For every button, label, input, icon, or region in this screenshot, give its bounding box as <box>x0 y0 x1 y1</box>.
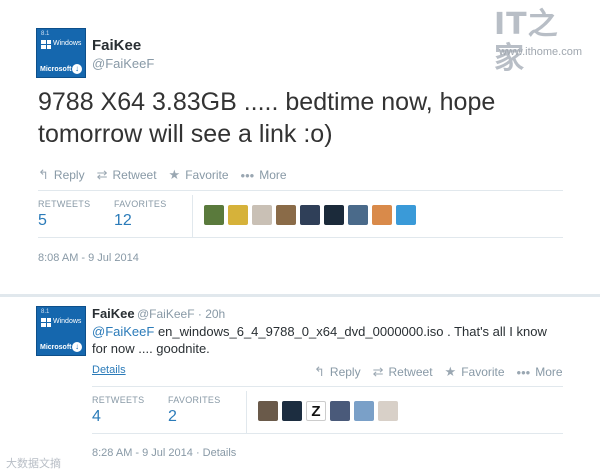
favoriter-avatar[interactable] <box>324 205 344 225</box>
author-name[interactable]: FaiKee <box>92 37 141 54</box>
tweet-text: 9788 X64 3.83GB ..... bedtime now, hope … <box>38 88 496 148</box>
favoriter-avatar[interactable] <box>228 205 248 225</box>
ithome-watermark: IT之家 www.ithome.com <box>492 8 582 76</box>
ithome-logo: IT之家 <box>494 7 559 76</box>
favorites-count: 2 <box>168 408 177 425</box>
retweet-label: Retweet <box>112 168 157 182</box>
favoriter-avatar[interactable] <box>378 401 398 421</box>
retweet-button[interactable]: ⇄ Retweet <box>97 167 157 183</box>
reply-stats-divider-bottom <box>92 433 563 434</box>
more-button[interactable]: ••• More <box>241 167 287 183</box>
reply-label: Reply <box>329 365 361 379</box>
favoriter-avatar[interactable] <box>300 205 320 225</box>
retweets-count: 4 <box>92 408 101 425</box>
avatar-version: 8.1 <box>41 309 50 315</box>
stats-divider-top <box>38 190 563 191</box>
more-button[interactable]: ••• More <box>517 364 563 380</box>
retweet-icon: ⇄ <box>96 167 108 182</box>
reply-favoriters-list: Z <box>258 401 402 421</box>
favorite-button[interactable]: ★ Favorite <box>169 167 229 183</box>
favoriter-avatar[interactable] <box>348 205 368 225</box>
favorite-label: Favorite <box>185 168 229 182</box>
favoriter-avatar[interactable] <box>204 205 224 225</box>
windows-logo-icon <box>41 40 51 49</box>
reply-icon: ↰ <box>314 364 325 379</box>
stats-separator <box>192 195 193 237</box>
avatar-windows-text: Windows <box>53 318 82 325</box>
reply-stats-separator <box>246 391 247 433</box>
reply-timestamp[interactable]: 8:28 AM - 9 Jul 2014 · Details <box>92 447 236 459</box>
retweets-label: RETWEETS <box>92 395 145 405</box>
more-label: More <box>535 365 563 379</box>
reply-mention-link[interactable]: @FaiKeeF <box>92 324 154 339</box>
reply-author-name[interactable]: FaiKee <box>92 306 135 321</box>
reply-handle-time[interactable]: @FaiKeeF · 20h <box>137 307 225 321</box>
reply-stats-divider-top <box>92 386 563 387</box>
reply-retweets-stat[interactable]: RETWEETS 4 <box>92 395 144 426</box>
avatar-microsoft-text: Microsoft <box>40 66 72 73</box>
stats-divider-bottom <box>38 237 563 238</box>
favoriter-avatar[interactable] <box>282 401 302 421</box>
section-divider <box>0 294 600 297</box>
tweet-actions: ↰ Reply ⇄ Retweet ★ Favorite ••• More <box>38 167 299 183</box>
avatar-windows-text: Windows <box>53 40 82 47</box>
avatar-microsoft-text: Microsoft <box>40 344 72 351</box>
reply-button[interactable]: ↰ Reply <box>38 167 85 183</box>
retweet-icon: ⇄ <box>372 364 384 379</box>
reply-button[interactable]: ↰ Reply <box>314 364 361 380</box>
reply-actions: ↰ Reply ⇄ Retweet ★ Favorite ••• More <box>314 364 575 380</box>
favoriter-avatar[interactable] <box>258 401 278 421</box>
ithome-url: www.ithome.com <box>498 46 582 58</box>
download-icon: ↓ <box>72 342 82 352</box>
favoriter-avatar[interactable]: Z <box>306 401 326 421</box>
favoriter-avatar[interactable] <box>372 205 392 225</box>
favoriter-avatar[interactable] <box>330 401 350 421</box>
favorites-count: 12 <box>114 212 132 229</box>
reply-text: @FaiKeeF en_windows_6_4_9788_0_x64_dvd_0… <box>92 323 562 357</box>
star-icon: ★ <box>168 167 181 182</box>
reply-icon: ↰ <box>38 167 49 182</box>
author-handle[interactable]: @FaiKeeF <box>92 56 154 71</box>
favoriter-avatar[interactable] <box>276 205 296 225</box>
retweets-stat[interactable]: RETWEETS 5 <box>38 199 90 230</box>
favorites-label: FAVORITES <box>168 395 221 405</box>
retweets-label: RETWEETS <box>38 199 91 209</box>
more-icon: ••• <box>240 167 255 183</box>
windows-logo-icon <box>41 318 51 327</box>
retweet-label: Retweet <box>388 365 433 379</box>
favoriter-avatar[interactable] <box>354 401 374 421</box>
star-icon: ★ <box>444 364 457 379</box>
reply-favorites-stat[interactable]: FAVORITES 2 <box>168 395 221 426</box>
reply-label: Reply <box>53 168 85 182</box>
favorites-stat[interactable]: FAVORITES 12 <box>114 199 167 230</box>
footer-watermark: 大数据文摘 <box>6 458 61 470</box>
reply-avatar[interactable]: 8.1 Windows Microsoft ↓ <box>36 306 86 356</box>
favorites-label: FAVORITES <box>114 199 167 209</box>
tweet-timestamp[interactable]: 8:08 AM - 9 Jul 2014 <box>38 252 139 264</box>
retweet-button[interactable]: ⇄ Retweet <box>373 364 433 380</box>
favoriters-list <box>204 205 420 225</box>
avatar-version: 8.1 <box>41 31 50 37</box>
download-icon: ↓ <box>72 64 82 74</box>
details-link[interactable]: Details <box>92 364 126 376</box>
retweets-count: 5 <box>38 212 47 229</box>
favoriter-avatar[interactable] <box>252 205 272 225</box>
favorite-label: Favorite <box>461 365 505 379</box>
more-label: More <box>259 168 287 182</box>
more-icon: ••• <box>516 364 531 380</box>
favorite-button[interactable]: ★ Favorite <box>445 364 505 380</box>
favoriter-avatar[interactable] <box>396 205 416 225</box>
avatar[interactable]: 8.1 Windows Microsoft ↓ <box>36 28 86 78</box>
reply-body: en_windows_6_4_9788_0_x64_dvd_0000000.is… <box>92 324 547 356</box>
